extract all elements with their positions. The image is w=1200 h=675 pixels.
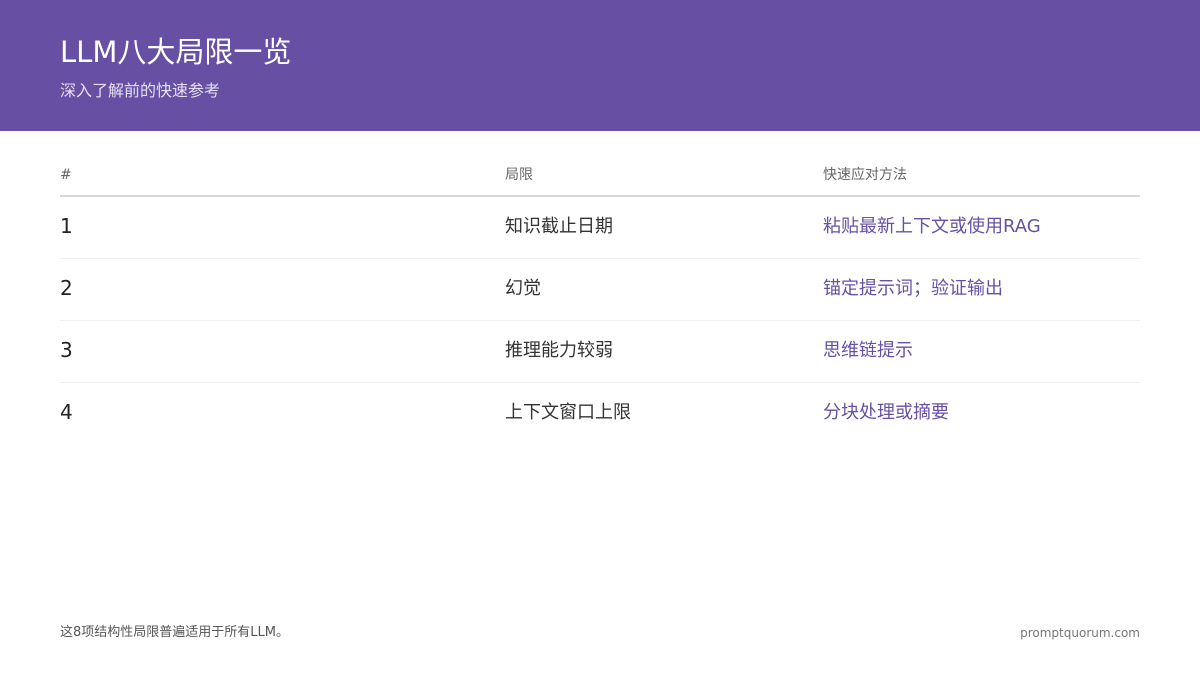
row-fix: 分块处理或摘要 xyxy=(823,402,949,423)
header-banner: LLM八大局限一览 深入了解前的快速参考 xyxy=(0,0,1200,131)
column-header-limitation: 局限 xyxy=(505,167,533,183)
row-number: 2 xyxy=(60,276,73,300)
column-header-fix: 快速应对方法 xyxy=(823,167,907,183)
row-limitation: 知识截止日期 xyxy=(505,216,613,237)
page-title: LLM八大局限一览 xyxy=(60,35,292,69)
footer-site-link[interactable]: promptquorum.com xyxy=(1020,624,1140,642)
table-row: 3 推理能力较弱 思维链提示 xyxy=(60,321,1140,383)
row-number: 4 xyxy=(60,400,73,424)
row-limitation: 上下文窗口上限 xyxy=(505,402,631,423)
table-row: 1 知识截止日期 粘贴最新上下文或使用RAG xyxy=(60,197,1140,259)
column-header-number: # xyxy=(60,167,72,183)
row-fix: 锚定提示词；验证输出 xyxy=(823,278,1003,299)
table-header: # 局限 快速应对方法 xyxy=(60,155,1140,197)
row-fix: 思维链提示 xyxy=(823,340,913,361)
row-number: 1 xyxy=(60,214,73,238)
table-row: 4 上下文窗口上限 分块处理或摘要 xyxy=(60,383,1140,444)
page-subtitle: 深入了解前的快速参考 xyxy=(60,81,221,100)
row-fix: 粘贴最新上下文或使用RAG xyxy=(823,216,1041,237)
row-limitation: 推理能力较弱 xyxy=(505,340,613,361)
row-number: 3 xyxy=(60,338,73,362)
footer-note: 这8项结构性局限普遍适用于所有LLM。 xyxy=(60,625,289,640)
row-limitation: 幻觉 xyxy=(505,278,541,299)
table-row: 2 幻觉 锚定提示词；验证输出 xyxy=(60,259,1140,321)
limitations-table: # 局限 快速应对方法 1 知识截止日期 粘贴最新上下文或使用RAG 2 幻觉 … xyxy=(60,155,1140,444)
